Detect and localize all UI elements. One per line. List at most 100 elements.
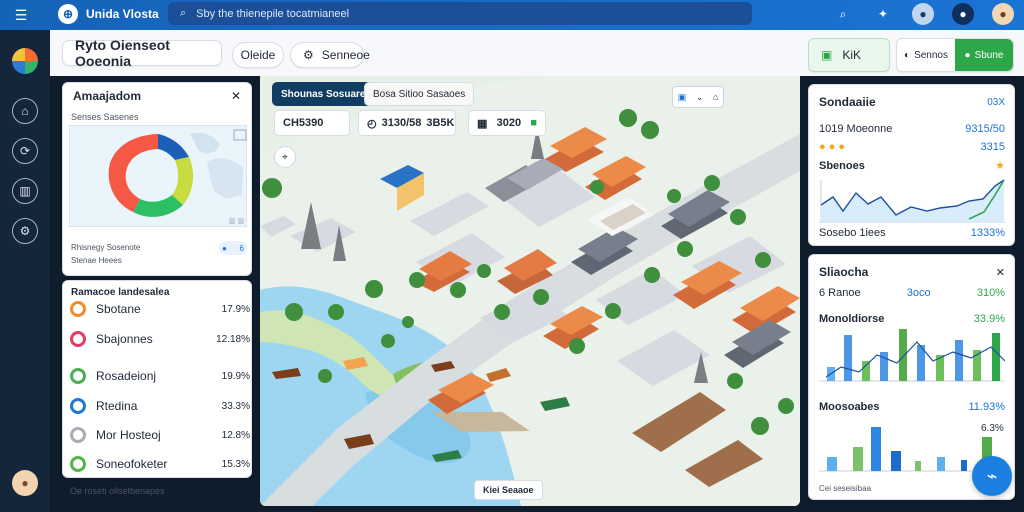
summary-subtitle: Senses Sasenes [71,112,139,122]
close-icon[interactable]: ✕ [996,266,1005,279]
mode-chip-left: ◐ Sennos [897,39,955,71]
status-item[interactable]: Mor Hosteoj 12.8% [70,422,250,448]
right-bottom-header: Sliaocha ✕ [819,265,1005,279]
map-tab[interactable]: Bosa Sitioo Sasaoes [364,82,475,106]
right-bottom-bar-chart [819,329,1005,382]
page-title-text: Ryto Oienseot Ooeonia [75,37,170,69]
header-chip-1-label: Oleide [240,48,276,62]
right-bottom-footer: Cei seseisibaa [819,484,871,493]
map-stat-4-value: 3020 [496,117,522,129]
right-top-line-3: Sbenoes ★ [819,159,1005,173]
right-top-line-2-value: 3315 [980,141,1005,153]
status-ring-icon [70,301,86,317]
right-bottom-footer-text: Cei seseisibaa [819,484,872,493]
right-bottom-line-2-value: 33.9% [973,313,1005,325]
map-bottom-tag[interactable]: Kiei Seaaoe [474,480,543,500]
settings-icon[interactable]: ⚙ [12,218,38,244]
status-item[interactable]: Rtedina 33.3% [70,393,250,419]
map-stat-1[interactable]: CH5390 [274,110,350,136]
right-bottom-line-3-value: 11.93% [968,401,1006,413]
header-chip-2-label: Senneoe [321,48,370,62]
map-stat-1-value: CH5390 [283,117,324,129]
status-value: 12.8% [221,429,250,441]
search-button-icon[interactable]: ⌕ [832,3,854,25]
mode-chip[interactable]: ◐ Sennos ● Sbune [896,38,1014,72]
right-top-panel: Sondaaiie 03X 1019 Moeonne 9315/50 ● ● ●… [808,84,1015,246]
avatar[interactable]: ● [912,3,934,25]
orange-dots-icon: ● ● ● [819,141,846,153]
badge-dot-icon: ● [222,243,227,253]
account-icon[interactable]: ● [952,3,974,25]
summary-chart-svg: ▥ ▥ [108,129,247,225]
layers-icon[interactable]: ⟳ [12,138,38,164]
search-icon: ⌕ [180,7,187,19]
right-top-badge: 03X [987,96,1005,108]
building-icon: ▦ [477,117,488,130]
chart-segment-yellow [172,157,194,205]
app-header: ☰ ⊕ Unida Vlosta ⌕ Sby the thienepile to… [0,0,1024,30]
status-label: Sbajonnes [96,332,153,346]
status-label: Mor Hosteoj [96,428,161,442]
settings-small-icon: ⚙ [303,48,314,62]
kpi-chip[interactable]: ▣ KiK [808,38,890,72]
global-search[interactable]: ⌕ Sby the thienepile tocatmianeel [168,2,752,25]
summary-panel-header: Amaajadom ✕ [63,83,251,107]
right-bottom-line-3: Moosoabes 11.93% [819,401,1005,413]
floating-action-button[interactable]: ⌁ [972,456,1012,496]
status-item[interactable]: Sbotane 17.9% [70,296,250,322]
expand-icon[interactable] [233,129,247,141]
green-square-icon: ■ [530,117,537,129]
status-value: 15.3% [221,458,250,470]
status-footer: Oe roseti ollsetbenapes [70,486,165,496]
chart-segment-blue [158,134,189,160]
chart-segment-green [133,195,183,217]
clock-icon: ◴ [367,117,377,130]
right-top-line-2: ● ● ● 3315 [819,141,1005,153]
nav-logo-icon[interactable] [12,48,38,74]
profile-avatar[interactable]: ● [992,3,1014,25]
map-stat-2[interactable]: ◴ 3130/58 3B5K [358,110,456,136]
dashboard-icon[interactable]: ⌂ [12,98,38,124]
status-ring-icon [70,427,86,443]
right-top-line-3-label: Sbenoes [819,159,865,172]
chart-segment-red [108,134,158,212]
right-top-footer: Sosebo 1iees 1333% [819,227,1005,239]
status-label: Rosadeionj [96,369,157,383]
status-label: Sbotane [96,302,141,316]
status-value: 19.9% [221,370,250,382]
status-item[interactable]: Rosadeionj 19.9% [70,363,250,389]
map-stat-3[interactable]: ▦ 3020 ■ [468,110,546,136]
status-value: 12.18% [216,333,250,345]
right-top-header: Sondaaiie 03X [819,95,1005,109]
status-ring-icon [70,331,86,347]
right-top-line-1-value: 9315/50 [965,123,1005,135]
right-top-line-1: 1019 Moeonne 9315/50 [819,123,1005,135]
reports-icon[interactable]: ▥ [12,178,38,204]
city-map[interactable]: Shounas Sosuarees Bosa Sitioo Sasaoes CH… [260,76,800,506]
summary-subtitle-text: Senses Sasenes [71,112,139,122]
status-item[interactable]: Soneofoketer 15.3% [70,451,250,477]
page-title: Ryto Oienseot Ooeonia [62,37,222,69]
right-bottom-line-1: 6 Ranoe 3oco 310% [819,287,1005,299]
right-top-title: Sondaaiie [819,95,876,109]
right-bottom-line-2-label: Monoldiorse [819,313,885,325]
summary-footer-2: Stenae Heees [71,256,122,265]
status-item[interactable]: Sbajonnes 12.18% [70,326,250,352]
star-icon[interactable]: ✦ [872,3,894,25]
map-tool-button[interactable]: ⌖ [274,146,296,168]
status-label: Soneofoketer [96,457,168,471]
summary-badge: ● 6 [219,241,247,255]
mode-chip-right-label: Sbune [974,49,1004,61]
user-avatar[interactable]: ● [12,470,38,496]
map-filter-control[interactable]: ▣ ⌄ ⌂ [672,86,724,108]
header-chip-1[interactable]: Oleide [232,42,284,68]
header-chip-2[interactable]: ⚙ Senneoe [290,42,370,68]
close-icon[interactable]: ✕ [231,89,241,103]
menu-icon[interactable]: ☰ [10,5,32,25]
summary-panel-title: Amaajadom [73,89,142,103]
right-top-footer-value: 1333% [970,227,1005,239]
map-shape-2 [207,158,243,199]
status-ring-icon [70,398,86,414]
status-label: Rtedina [96,399,138,413]
mode-chip-right[interactable]: ● Sbune [955,39,1013,71]
